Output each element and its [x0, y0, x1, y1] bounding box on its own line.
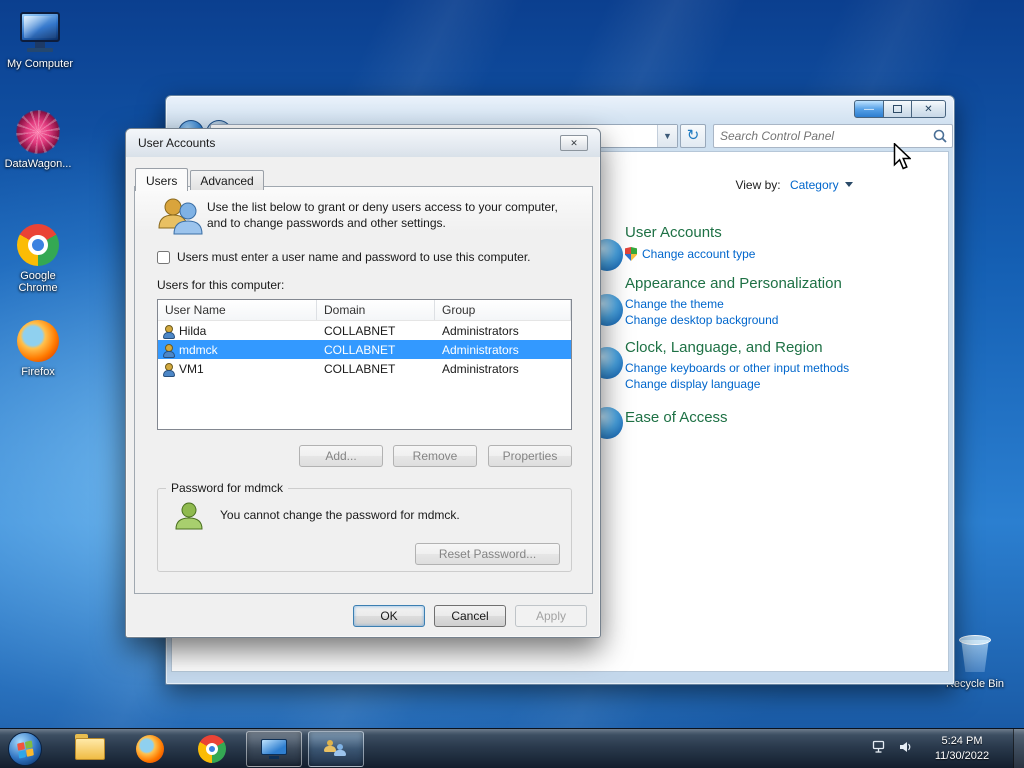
- properties-button[interactable]: Properties: [488, 445, 572, 467]
- firefox-icon: [17, 320, 59, 362]
- remove-button[interactable]: Remove: [393, 445, 477, 467]
- task-link[interactable]: Change desktop background: [625, 313, 965, 327]
- ok-button[interactable]: OK: [353, 605, 425, 627]
- taskbar-user-accounts-button[interactable]: [308, 731, 364, 767]
- maximize-button[interactable]: [884, 100, 912, 118]
- address-dropdown-icon[interactable]: ▼: [657, 125, 677, 147]
- datawagon-icon: [16, 110, 60, 154]
- category-title[interactable]: Ease of Access: [625, 409, 965, 426]
- section-user-accounts: User Accounts Change account type: [591, 224, 965, 271]
- my-computer-icon: [17, 12, 63, 54]
- desktop-icon-datawagon[interactable]: DataWagon...: [0, 110, 76, 170]
- window-caption-buttons: — ✕: [854, 100, 946, 118]
- require-password-row[interactable]: Users must enter a user name and passwor…: [157, 250, 531, 264]
- require-password-checkbox[interactable]: [157, 250, 170, 264]
- taskbar-control-panel-button[interactable]: [246, 731, 302, 767]
- taskbar-firefox-button[interactable]: [122, 731, 178, 767]
- section-clock-language: Clock, Language, and Region Change keybo…: [591, 339, 965, 391]
- task-link[interactable]: Change the theme: [625, 297, 965, 311]
- category-title[interactable]: User Accounts: [625, 224, 965, 241]
- table-row-selected[interactable]: mdmck COLLABNET Administrators: [158, 340, 571, 359]
- chrome-icon: [198, 735, 226, 763]
- users-tab-page: Use the list below to grant or deny user…: [134, 186, 593, 594]
- taskbar-clock[interactable]: 5:24 PM 11/30/2022: [925, 734, 999, 764]
- windows-flag-icon: [16, 739, 34, 759]
- section-appearance: Appearance and Personalization Change th…: [591, 275, 965, 327]
- desktop: My Computer DataWagon... Google Chrome F…: [0, 0, 1024, 768]
- view-by-value[interactable]: Category: [790, 178, 839, 192]
- view-by-control: View by: Category: [735, 178, 853, 192]
- dialog-intro-text: Use the list below to grant or deny user…: [207, 200, 558, 230]
- cancel-button[interactable]: Cancel: [434, 605, 506, 627]
- user-accounts-dialog: User Accounts ✕ Users Advanced Use the l…: [125, 128, 601, 638]
- uac-shield-icon: [625, 247, 637, 261]
- dialog-title: User Accounts: [138, 136, 216, 150]
- desktop-icon-label: Firefox: [21, 366, 55, 378]
- network-tray-icon[interactable]: [872, 740, 887, 759]
- reset-password-button[interactable]: Reset Password...: [415, 543, 560, 565]
- chevron-down-icon: [845, 182, 853, 187]
- show-desktop-button[interactable]: [1013, 729, 1024, 768]
- chrome-icon: [17, 224, 59, 266]
- desktop-icon-my-computer[interactable]: My Computer: [2, 12, 78, 70]
- table-row[interactable]: VM1 COLLABNET Administrators: [158, 359, 571, 378]
- start-button[interactable]: [8, 732, 42, 766]
- desktop-icon-label: Google Chrome: [18, 270, 58, 294]
- password-group-box: Password for mdmck You cannot change the…: [157, 481, 572, 572]
- tab-advanced[interactable]: Advanced: [190, 170, 264, 190]
- clock-time: 5:24 PM: [941, 735, 983, 748]
- apply-button[interactable]: Apply: [515, 605, 587, 627]
- dialog-title-bar[interactable]: User Accounts ✕: [126, 129, 600, 157]
- column-header-group[interactable]: Group: [435, 300, 571, 320]
- close-button[interactable]: ✕: [912, 100, 946, 118]
- control-panel-icon: [261, 739, 287, 759]
- search-box: [713, 124, 953, 148]
- user-icon: [161, 362, 175, 377]
- users-list-header: User Name Domain Group: [158, 300, 571, 321]
- desktop-icon-label: DataWagon...: [4, 158, 72, 170]
- taskbar: 5:24 PM 11/30/2022: [0, 728, 1024, 768]
- system-tray: 5:24 PM 11/30/2022: [872, 729, 1024, 768]
- tab-users[interactable]: Users: [135, 168, 189, 191]
- minimize-button[interactable]: —: [854, 100, 884, 118]
- user-accounts-icon: [322, 737, 350, 761]
- category-title[interactable]: Clock, Language, and Region: [625, 339, 965, 356]
- folder-icon: [75, 734, 105, 760]
- add-button[interactable]: Add...: [299, 445, 383, 467]
- clock-date: 11/30/2022: [934, 750, 990, 762]
- column-header-user-name[interactable]: User Name: [158, 300, 317, 320]
- task-link[interactable]: Change display language: [625, 377, 965, 391]
- search-input[interactable]: [716, 129, 933, 143]
- task-link[interactable]: Change keyboards or other input methods: [625, 361, 965, 375]
- firefox-icon: [136, 735, 164, 763]
- dialog-close-button[interactable]: ✕: [560, 135, 588, 151]
- desktop-icon-label: My Computer: [6, 58, 74, 70]
- category-list: User Accounts Change account type Appear…: [591, 222, 965, 439]
- search-icon: [933, 129, 947, 143]
- refresh-button[interactable]: ↻: [680, 124, 706, 148]
- table-row[interactable]: Hilda COLLABNET Administrators: [158, 321, 571, 340]
- volume-tray-icon[interactable]: [899, 740, 913, 758]
- users-list: User Name Domain Group Hilda COLLABNET A…: [157, 299, 572, 430]
- section-ease-of-access: Ease of Access: [591, 407, 965, 439]
- dialog-tabs: Users Advanced: [135, 167, 266, 191]
- desktop-icon-firefox[interactable]: Firefox: [0, 320, 76, 378]
- user-icon: [161, 324, 175, 339]
- task-link[interactable]: Change account type: [625, 247, 965, 261]
- users-list-caption: Users for this computer:: [157, 278, 285, 292]
- view-by-label: View by:: [735, 178, 781, 192]
- taskbar-explorer-button[interactable]: [62, 731, 118, 767]
- users-group-icon: [157, 197, 203, 240]
- recycle-bin-icon: [958, 632, 992, 674]
- password-group-title: Password for mdmck: [166, 481, 289, 495]
- column-header-domain[interactable]: Domain: [317, 300, 435, 320]
- require-password-label: Users must enter a user name and passwor…: [177, 250, 531, 264]
- desktop-icon-google-chrome[interactable]: Google Chrome: [0, 224, 76, 294]
- taskbar-chrome-button[interactable]: [184, 731, 240, 767]
- password-note: You cannot change the password for mdmck…: [220, 508, 460, 522]
- user-icon: [161, 343, 175, 358]
- single-user-icon: [173, 501, 205, 534]
- category-title[interactable]: Appearance and Personalization: [625, 275, 965, 292]
